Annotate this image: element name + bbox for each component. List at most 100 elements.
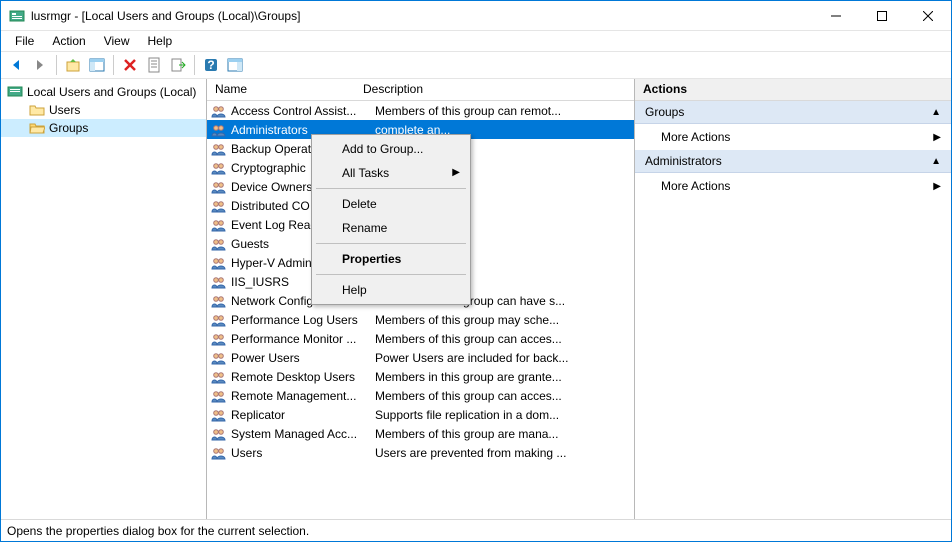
- context-menu: Add to Group... All Tasks▶ Delete Rename…: [311, 134, 471, 305]
- group-icon: [211, 179, 227, 195]
- group-row[interactable]: ReplicatorSupports file replication in a…: [207, 405, 634, 424]
- group-icon: [211, 141, 227, 157]
- group-row[interactable]: Remote Desktop UsersMembers in this grou…: [207, 367, 634, 386]
- group-icon: [211, 255, 227, 271]
- group-name: System Managed Acc...: [231, 427, 371, 441]
- actions-section-admins[interactable]: Administrators ▲: [635, 150, 951, 173]
- group-desc: Members of this group can remot...: [375, 104, 634, 118]
- cm-help[interactable]: Help: [314, 278, 468, 302]
- chevron-right-icon: ▶: [933, 181, 941, 192]
- column-description[interactable]: Description: [355, 79, 634, 100]
- statusbar: Opens the properties dialog box for the …: [1, 519, 951, 541]
- group-name: Access Control Assist...: [231, 104, 371, 118]
- tree-pane: Local Users and Groups (Local) Users Gro…: [1, 79, 207, 519]
- group-desc: Members of this group are mana...: [375, 427, 634, 441]
- group-row[interactable]: Remote Management... Members of this grou…: [207, 386, 634, 405]
- cm-rename[interactable]: Rename: [314, 216, 468, 240]
- chevron-right-icon: ▶: [452, 167, 460, 178]
- group-icon: [211, 160, 227, 176]
- toolbar-separator: [194, 55, 195, 75]
- group-icon: [211, 426, 227, 442]
- status-text: Opens the properties dialog box for the …: [7, 524, 309, 538]
- group-row[interactable]: Power UsersPower Users are included for …: [207, 348, 634, 367]
- group-name: Remote Management...: [231, 389, 371, 403]
- back-button[interactable]: [5, 54, 27, 76]
- group-desc: Supports file replication in a dom...: [375, 408, 634, 422]
- export-button[interactable]: [167, 54, 189, 76]
- cm-delete[interactable]: Delete: [314, 192, 468, 216]
- group-name: Users: [231, 446, 371, 460]
- group-desc: Members in this group are grante...: [375, 370, 634, 384]
- tree-item-label: Users: [49, 103, 80, 117]
- group-row[interactable]: System Managed Acc... Members of this gro…: [207, 424, 634, 443]
- actions-section-groups[interactable]: Groups ▲: [635, 101, 951, 124]
- column-name[interactable]: Name: [207, 79, 355, 100]
- group-desc: Members of this group can acces...: [375, 389, 634, 403]
- chevron-right-icon: ▶: [933, 132, 941, 143]
- group-row[interactable]: Users Users are prevented from making ...: [207, 443, 634, 462]
- collapse-icon: ▲: [931, 156, 941, 167]
- folder-icon: [29, 102, 45, 118]
- up-button[interactable]: [62, 54, 84, 76]
- tree-item-users[interactable]: Users: [1, 101, 206, 119]
- actions-more-1[interactable]: More Actions ▶: [635, 124, 951, 150]
- toolbar: ?: [1, 51, 951, 79]
- group-name: Performance Log Users: [231, 313, 371, 327]
- group-icon: [211, 274, 227, 290]
- cm-separator: [316, 243, 466, 244]
- group-icon: [211, 350, 227, 366]
- actions-item-label: More Actions: [661, 130, 730, 144]
- properties-button[interactable]: [143, 54, 165, 76]
- group-desc: Users are prevented from making ...: [375, 446, 634, 460]
- cm-separator: [316, 188, 466, 189]
- tree-root[interactable]: Local Users and Groups (Local): [1, 83, 206, 101]
- delete-button[interactable]: [119, 54, 141, 76]
- cm-all-tasks[interactable]: All Tasks▶: [314, 161, 468, 185]
- cm-add-to-group[interactable]: Add to Group...: [314, 137, 468, 161]
- list-header: Name Description: [207, 79, 634, 101]
- close-button[interactable]: [905, 1, 951, 31]
- group-icon: [211, 236, 227, 252]
- cm-properties[interactable]: Properties: [314, 247, 468, 271]
- group-row[interactable]: Performance Log UsersMembers of this gro…: [207, 310, 634, 329]
- menubar: File Action View Help: [1, 31, 951, 51]
- svg-text:?: ?: [207, 58, 214, 72]
- group-icon: [211, 293, 227, 309]
- group-icon: [211, 198, 227, 214]
- toolbar-separator: [113, 55, 114, 75]
- show-hide-action-pane-button[interactable]: [224, 54, 246, 76]
- group-row[interactable]: Access Control Assist... Members of this …: [207, 101, 634, 120]
- menu-view[interactable]: View: [96, 32, 138, 50]
- group-icon: [211, 331, 227, 347]
- cm-separator: [316, 274, 466, 275]
- collapse-icon: ▲: [931, 107, 941, 118]
- group-name: Performance Monitor ...: [231, 332, 371, 346]
- computer-icon: [7, 84, 23, 100]
- actions-item-label: More Actions: [661, 179, 730, 193]
- tree-item-groups[interactable]: Groups: [1, 119, 206, 137]
- group-row[interactable]: Performance Monitor ... Members of this g…: [207, 329, 634, 348]
- tree-item-label: Groups: [49, 121, 88, 135]
- menu-help[interactable]: Help: [140, 32, 181, 50]
- group-icon: [211, 369, 227, 385]
- group-icon: [211, 103, 227, 119]
- actions-pane: Actions Groups ▲ More Actions ▶ Administ…: [635, 79, 951, 519]
- group-icon: [211, 217, 227, 233]
- forward-button[interactable]: [29, 54, 51, 76]
- menu-action[interactable]: Action: [44, 32, 93, 50]
- minimize-button[interactable]: [813, 1, 859, 31]
- actions-more-2[interactable]: More Actions ▶: [635, 173, 951, 199]
- toolbar-separator: [56, 55, 57, 75]
- maximize-button[interactable]: [859, 1, 905, 31]
- group-icon: [211, 122, 227, 138]
- show-hide-tree-button[interactable]: [86, 54, 108, 76]
- tree-root-label: Local Users and Groups (Local): [27, 85, 196, 99]
- help-button[interactable]: ?: [200, 54, 222, 76]
- group-name: Power Users: [231, 351, 371, 365]
- window-title: lusrmgr - [Local Users and Groups (Local…: [31, 9, 813, 23]
- group-desc: Members of this group can acces...: [375, 332, 634, 346]
- actions-section-label: Groups: [645, 105, 684, 119]
- menu-file[interactable]: File: [7, 32, 42, 50]
- group-icon: [211, 445, 227, 461]
- titlebar: lusrmgr - [Local Users and Groups (Local…: [1, 1, 951, 31]
